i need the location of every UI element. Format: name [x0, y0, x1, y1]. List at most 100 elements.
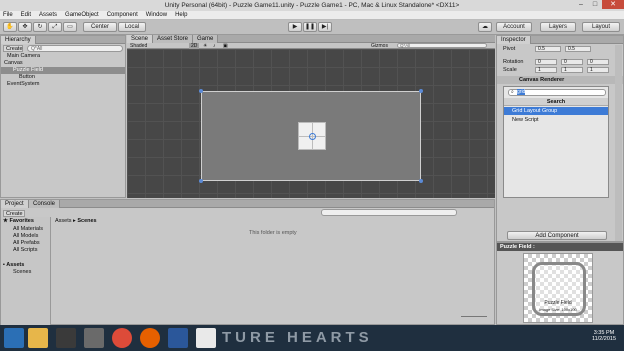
hierarchy-item-puzzle-field[interactable]: Puzzle Field — [1, 67, 125, 74]
clock[interactable]: 3:35 PM 11/2/2015 — [592, 330, 616, 342]
account-dropdown[interactable]: Account — [496, 22, 532, 32]
menu-component[interactable]: Component — [107, 11, 138, 19]
assets-header[interactable]: ▪ Assets — [1, 262, 50, 269]
scale-z-field[interactable]: 1 — [587, 67, 609, 73]
step-button[interactable]: ▶| — [318, 22, 332, 32]
favorites-header[interactable]: ★ Favorites — [1, 218, 50, 225]
empty-folder-message: This folder is empty — [249, 230, 297, 236]
pivot-center-button[interactable]: Center — [83, 22, 117, 32]
menu-gameobject[interactable]: GameObject — [65, 11, 99, 19]
inspector-panel: Inspector Pivot 0.5 0.5 Rotation 0 0 0 S… — [496, 35, 624, 242]
search-value: grid — [517, 89, 526, 95]
rotation-label: Rotation — [503, 59, 524, 65]
hand-tool-button[interactable]: ✋ — [3, 22, 17, 32]
scale-y-field[interactable]: 1 — [561, 67, 583, 73]
component-search-input[interactable]: ⌕ grid — [508, 89, 606, 96]
canvas-rect[interactable] — [199, 89, 423, 183]
preview-label: Puzzle Field — [544, 300, 572, 306]
project-tree: ★ Favorites All Materials All Models All… — [1, 217, 51, 325]
inspector-scrollbar[interactable] — [615, 45, 622, 241]
add-component-button[interactable]: Add Component — [507, 231, 607, 240]
file-explorer-icon[interactable] — [28, 328, 48, 348]
canvas-renderer-header[interactable]: Canvas Renderer — [497, 76, 623, 84]
close-icon[interactable]: ✕ — [602, 0, 624, 9]
pivot-y-field[interactable]: 0.5 — [565, 46, 591, 52]
move-tool-button[interactable]: ✥ — [18, 22, 32, 32]
pause-button[interactable]: ❚❚ — [303, 22, 317, 32]
fav-all-models[interactable]: All Models — [1, 233, 50, 240]
breadcrumb-assets[interactable]: Assets — [55, 218, 72, 224]
window-title: Unity Personal (64bit) - Puzzle Game11.u… — [164, 2, 460, 9]
maximize-icon[interactable]: □ — [588, 0, 602, 9]
menu-file[interactable]: File — [3, 11, 13, 19]
scale-tool-button[interactable]: ⤢ — [48, 22, 62, 32]
word-icon[interactable] — [168, 328, 188, 348]
breadcrumb-scenes[interactable]: Scenes — [77, 218, 96, 224]
cloud-icon[interactable]: ☁ — [478, 22, 492, 32]
fav-all-scripts[interactable]: All Scripts — [1, 247, 50, 254]
tab-scene[interactable]: Scene — [127, 35, 154, 43]
scene-view[interactable]: Scene Asset Store Game Shaded 2D ☀ ♪ ▣ G… — [127, 35, 495, 198]
assets-scenes[interactable]: Scenes — [1, 269, 50, 276]
chrome-icon[interactable] — [112, 328, 132, 348]
preview-panel: Puzzle Field : Puzzle Field Image Size: … — [496, 242, 624, 325]
project-create-button[interactable]: Create — [3, 210, 25, 217]
rotation-x-field[interactable]: 0 — [535, 59, 557, 65]
menu-assets[interactable]: Assets — [39, 11, 57, 19]
windows-start-icon[interactable] — [4, 328, 24, 348]
rotation-z-field[interactable]: 0 — [587, 59, 609, 65]
firefox-icon[interactable] — [140, 328, 160, 348]
hierarchy-create-button[interactable]: Create — [3, 45, 23, 52]
tab-inspector[interactable]: Inspector — [497, 36, 531, 44]
pivot-icon[interactable] — [309, 133, 316, 140]
rect-handle-tl[interactable] — [199, 89, 203, 93]
tab-asset-store[interactable]: Asset Store — [153, 35, 194, 43]
hierarchy-item-main-camera[interactable]: Main Camera — [1, 53, 125, 60]
app-icon[interactable] — [84, 328, 104, 348]
layers-dropdown[interactable]: Layers — [540, 22, 576, 32]
result-new-script[interactable]: New Script — [504, 116, 608, 124]
title-bar: Unity Personal (64bit) - Puzzle Game11.u… — [0, 0, 624, 11]
zoom-slider[interactable] — [461, 316, 487, 320]
menu-edit[interactable]: Edit — [21, 11, 31, 19]
component-title: Canvas Renderer — [519, 77, 565, 83]
menu-window[interactable]: Window — [146, 11, 167, 19]
rect-handle-bl[interactable] — [199, 179, 203, 183]
rect-handle-tr[interactable] — [419, 89, 423, 93]
rect-tool-button[interactable]: ▭ — [63, 22, 77, 32]
add-component-popup: ⌕ grid Search Grid Layout Group New Scri… — [503, 86, 609, 198]
project-panel: Project Console Create ★ Favorites All M… — [0, 199, 495, 325]
hierarchy-item-button[interactable]: Button — [1, 74, 125, 81]
pivot-local-button[interactable]: Local — [118, 22, 146, 32]
store-icon[interactable] — [56, 328, 76, 348]
tab-game[interactable]: Game — [193, 35, 219, 43]
fav-all-materials[interactable]: All Materials — [1, 226, 50, 233]
scale-x-field[interactable]: 1 — [535, 67, 557, 73]
rotate-tool-button[interactable]: ↻ — [33, 22, 47, 32]
hierarchy-item-eventsystem[interactable]: EventSystem — [1, 81, 125, 88]
pivot-x-field[interactable]: 0.5 — [535, 46, 561, 52]
minimize-icon[interactable]: – — [574, 0, 588, 9]
search-icon: ⌕ — [511, 89, 514, 95]
project-search-input[interactable] — [321, 209, 457, 216]
hierarchy-search-input[interactable]: Q*All — [27, 45, 123, 52]
result-grid-layout-group[interactable]: Grid Layout Group — [504, 107, 608, 115]
scene-search-input[interactable]: Q*All — [397, 43, 487, 48]
unity-icon[interactable] — [196, 328, 216, 348]
tab-console[interactable]: Console — [29, 200, 61, 208]
search-header: Search — [504, 98, 608, 106]
tab-project[interactable]: Project — [1, 200, 29, 208]
menu-bar: File Edit Assets GameObject Component Wi… — [0, 11, 624, 20]
rotation-y-field[interactable]: 0 — [561, 59, 583, 65]
taskbar: TURE HEARTS 3:35 PM 11/2/2015 — [0, 325, 624, 351]
puzzle-field-sprite[interactable] — [298, 122, 326, 150]
tab-hierarchy[interactable]: Hierarchy — [1, 36, 36, 44]
play-button[interactable]: ▶ — [288, 22, 302, 32]
hierarchy-item-canvas[interactable]: Canvas — [1, 60, 125, 67]
layout-dropdown[interactable]: Layout — [582, 22, 620, 32]
rect-handle-br[interactable] — [419, 179, 423, 183]
menu-help[interactable]: Help — [175, 11, 187, 19]
preview-info: Image Size: 100x100 — [539, 307, 577, 312]
hierarchy-panel: Hierarchy Create Q*All Main Camera Canva… — [0, 35, 126, 198]
fav-all-prefabs[interactable]: All Prefabs — [1, 240, 50, 247]
